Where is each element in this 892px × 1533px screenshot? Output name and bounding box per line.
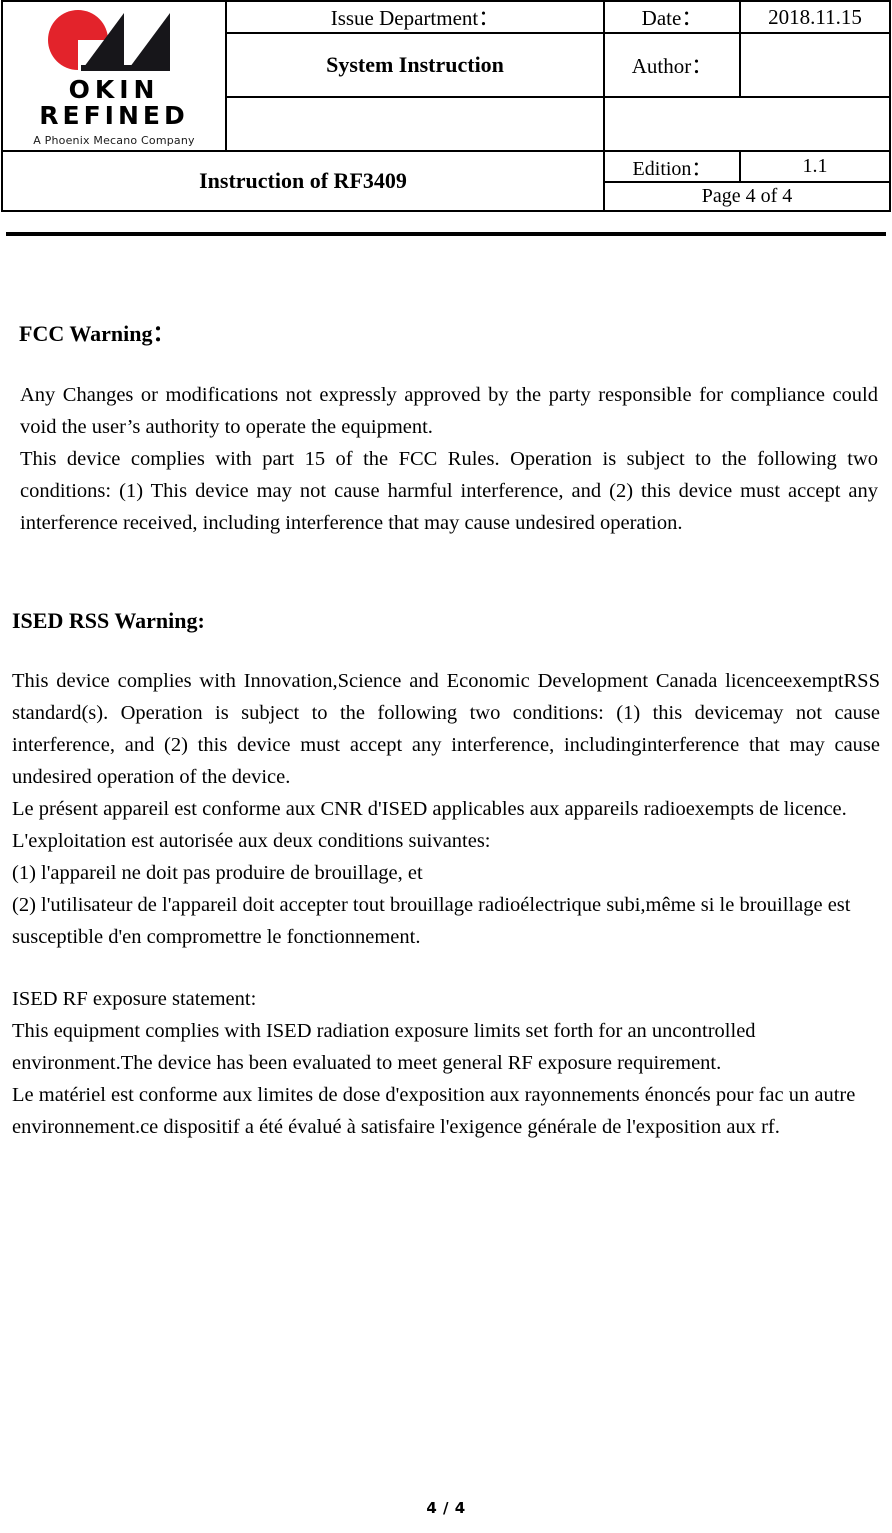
rf-exposure-title: ISED RF exposure statement: <box>12 988 257 1011</box>
header-row-1: OKIN REFINED A Phoenix Mecano Company Is… <box>1 0 891 152</box>
header-blank-left <box>225 96 605 152</box>
page-indicator: Page 4 of 4 <box>603 181 891 212</box>
document-page: { "header": { "logo": { "mark_name": "ok… <box>0 0 892 1533</box>
ised-paragraph-5: (2) l'utilisateur de l'appareil doit acc… <box>12 894 851 949</box>
author-label: Author： <box>603 32 741 98</box>
logo-word-line-1: OKIN <box>68 74 160 104</box>
ised-rss-warning-section: ISED RSS Warning: This device complies w… <box>12 607 880 954</box>
ised-paragraph-2: Le présent appareil est conforme aux CNR… <box>12 798 847 821</box>
instruction-title: Instruction of RF3409 <box>1 150 605 212</box>
header-row-4: Instruction of RF3409 Edition： 1.1 <box>1 150 891 212</box>
fcc-paragraph-2: This device complies with part 15 of the… <box>20 447 878 534</box>
edition-value: 1.1 <box>739 150 891 183</box>
edition-label: Edition： <box>603 150 741 183</box>
logo-word-line-2: REFINED <box>39 101 189 130</box>
fcc-warning-body: Any Changes or modifications not express… <box>19 379 880 539</box>
okin-logo: OKIN REFINED A Phoenix Mecano Company <box>8 3 220 150</box>
header-divider-rule <box>6 232 886 236</box>
logo-wordmark: OKIN REFINED <box>8 74 220 130</box>
ised-rss-warning-body: This device complies with Innovation,Sci… <box>12 665 880 953</box>
okin-logo-mark <box>48 9 170 71</box>
footer-page-number: 4 / 4 <box>426 1499 466 1517</box>
issue-department-label: Issue Department： <box>225 0 605 34</box>
logo-tagline: A Phoenix Mecano Company <box>33 133 195 147</box>
author-value <box>739 32 891 98</box>
ised-paragraph-4: (1) l'appareil ne doit pas produire de b… <box>12 862 423 885</box>
date-label: Date： <box>603 0 741 34</box>
logo-cell: OKIN REFINED A Phoenix Mecano Company <box>1 0 227 152</box>
rf-exposure-paragraph-2: Le matériel est conforme aux limites de … <box>12 1084 856 1139</box>
rf-exposure-paragraph-1: This equipment complies with ISED radiat… <box>12 1020 756 1075</box>
ised-rss-warning-title: ISED RSS Warning: <box>12 607 205 633</box>
document-body: FCC Warning： Any Changes or modification… <box>0 320 892 1143</box>
fcc-paragraph-1: Any Changes or modifications not express… <box>20 383 878 438</box>
ised-paragraph-3: L'exploitation est autorisée aux deux co… <box>12 830 491 853</box>
fcc-warning-title: FCC Warning： <box>19 321 175 346</box>
ised-rf-exposure-section: ISED RF exposure statement: This equipme… <box>12 983 880 1143</box>
document-header-table: OKIN REFINED A Phoenix Mecano Company Is… <box>1 0 891 212</box>
fcc-warning-section: FCC Warning： Any Changes or modification… <box>12 320 880 539</box>
header-blank-right <box>603 96 891 152</box>
ised-paragraph-1: This device complies with Innovation,Sci… <box>12 670 880 789</box>
system-instruction-label: System Instruction <box>225 32 605 98</box>
date-value: 2018.11.15 <box>739 0 891 34</box>
